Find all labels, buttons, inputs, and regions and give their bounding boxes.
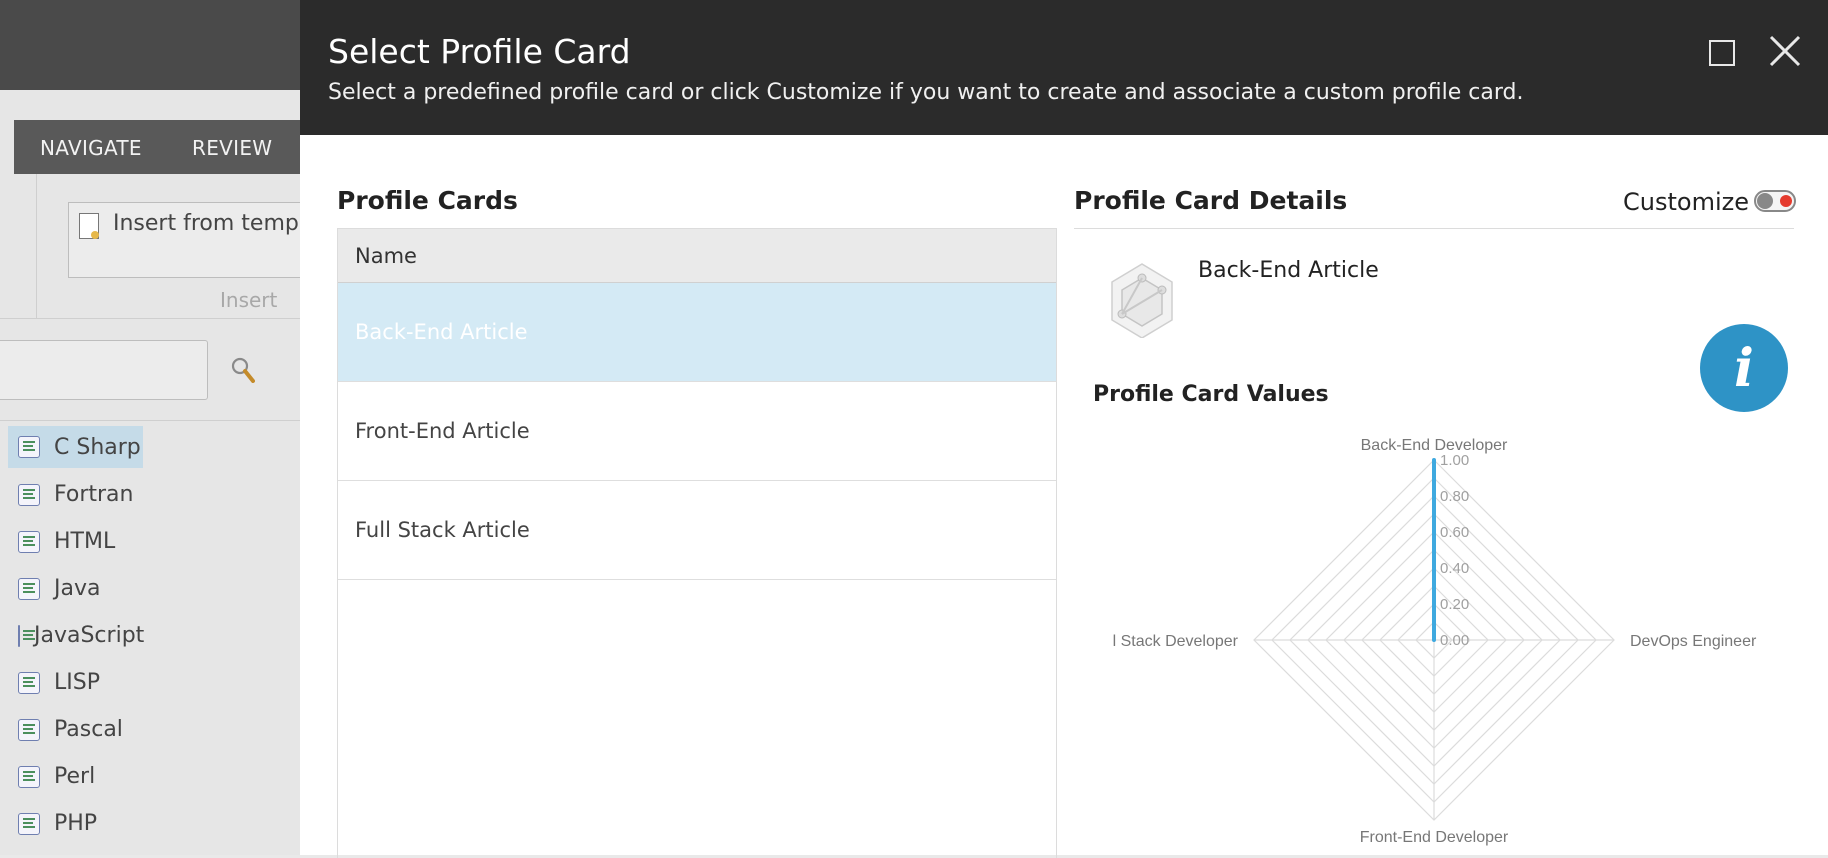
tree-item-label: LISP (54, 670, 100, 695)
info-icon[interactable]: i (1700, 324, 1788, 412)
ribbon-divider (36, 174, 37, 319)
toggle-off-indicator (1780, 195, 1792, 207)
select-profile-card-dialog: Select Profile Card Select a predefined … (300, 0, 1828, 855)
profile-cards-title: Profile Cards (337, 186, 518, 215)
radar-axis-label: l Stack Developer (1113, 633, 1239, 650)
profile-card-values-title: Profile Card Values (1093, 382, 1329, 407)
ribbon: Insert from templa Insert (0, 174, 300, 319)
tree-item[interactable]: JavaScript (8, 612, 143, 659)
radar-tick-label: 0.80 (1440, 488, 1469, 505)
profile-cards-list: Name Back-End ArticleFront-End ArticleFu… (337, 228, 1057, 858)
selected-tab-stub[interactable] (0, 120, 14, 174)
toggle-knob (1757, 193, 1773, 209)
template-item-icon (18, 766, 40, 788)
profile-card-row[interactable]: Front-End Article (338, 382, 1056, 481)
tree-item[interactable]: Java (8, 565, 143, 612)
tree-item[interactable]: Fortran (8, 471, 143, 518)
radar-tick-label: 0.20 (1440, 596, 1469, 613)
tree-item-label: Perl (54, 764, 95, 789)
details-divider (1074, 228, 1794, 229)
profile-card-details-title: Profile Card Details (1074, 186, 1347, 215)
template-item-icon (18, 672, 40, 694)
template-item-icon (18, 625, 20, 647)
template-item-icon (18, 719, 40, 741)
template-item-icon (18, 484, 40, 506)
tree-item-label: HTML (54, 529, 115, 554)
tree-item[interactable]: PHP (8, 800, 143, 847)
document-icon (79, 213, 99, 239)
radar-tick-label: 0.40 (1440, 560, 1469, 577)
profile-cards-rows: Back-End ArticleFront-End ArticleFull St… (338, 283, 1056, 580)
radar-axis-label: DevOps Engineer (1630, 633, 1757, 650)
radar-axis-label: Front-End Developer (1360, 829, 1509, 846)
insert-from-template-button[interactable]: Insert from templa (68, 202, 308, 278)
radar-axis-label: Back-End Developer (1361, 437, 1508, 454)
tree-item-label: PHP (54, 811, 97, 836)
app-top-bar (0, 0, 300, 90)
tree-item[interactable]: Pascal (8, 706, 143, 753)
tab-review[interactable]: REVIEW (192, 136, 272, 160)
template-item-icon (18, 531, 40, 553)
insert-from-template-label: Insert from templa (113, 211, 318, 236)
customize-label: Customize (1623, 188, 1749, 216)
tree-item[interactable]: LISP (8, 659, 143, 706)
profile-card-row[interactable]: Full Stack Article (338, 481, 1056, 580)
profile-card-name: Back-End Article (1198, 258, 1379, 283)
profile-card-thumbnail-icon (1102, 260, 1180, 338)
tree-divider (0, 420, 300, 421)
template-item-icon (18, 436, 40, 458)
name-column-header[interactable]: Name (338, 229, 1056, 283)
radar-tick-label: 1.00 (1440, 452, 1469, 469)
tree-item-label: C Sharp (54, 435, 141, 460)
tree-item[interactable]: HTML (8, 518, 143, 565)
tab-navigate[interactable]: NAVIGATE (40, 136, 142, 160)
profile-card-row[interactable]: Back-End Article (338, 283, 1056, 382)
tree-item[interactable]: C Sharp (8, 426, 143, 468)
background-app: NAVIGATE REVIEW Insert from templa Inser… (0, 0, 300, 855)
template-item-icon (18, 578, 40, 600)
ribbon-tabs: NAVIGATE REVIEW (0, 120, 300, 174)
tree-item-label: Pascal (54, 717, 123, 742)
dialog-title: Select Profile Card (328, 32, 631, 71)
profile-card-values-radar-chart: 0.00 0.20 0.40 0.60 0.80 1.00Back-End Develop… (1074, 420, 1794, 855)
search-icon[interactable] (231, 357, 255, 383)
tree-item-label: Java (54, 576, 100, 601)
tree-item-label: Fortran (54, 482, 133, 507)
tree-item-label: JavaScript (34, 623, 144, 648)
profile-card-details: Profile Card Details Customize Back-End … (1074, 0, 1794, 855)
search-input[interactable] (0, 340, 208, 400)
content-tree: C Sharp Fortran HTML Java JavaScript LISP Pasc… (8, 424, 143, 847)
tree-item[interactable]: Perl (8, 753, 143, 800)
radar-tick-label: 0.60 (1440, 524, 1469, 541)
template-item-icon (18, 813, 40, 835)
insert-group-caption: Insert (220, 288, 277, 312)
radar-tick-label: 0.00 (1440, 632, 1469, 649)
customize-toggle[interactable] (1754, 190, 1796, 212)
